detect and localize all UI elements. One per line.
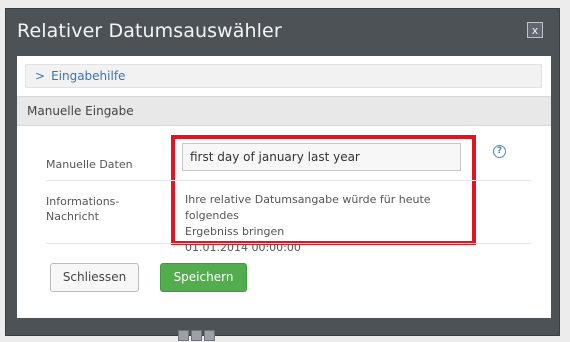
- toolbar-icon[interactable]: [191, 330, 202, 341]
- dialog-title: Relativer Datumsauswähler: [17, 20, 282, 42]
- input-helper-toggle[interactable]: > Eingabehilfe: [25, 64, 542, 88]
- info-message-label: Informations- Nachricht: [46, 194, 136, 224]
- manual-data-input[interactable]: first day of january last year: [182, 143, 461, 171]
- save-button[interactable]: Speichern: [160, 263, 247, 292]
- close-button[interactable]: Schliessen: [50, 263, 139, 292]
- info-message-line: Ergebniss bringen: [185, 225, 285, 238]
- chevron-right-icon: >: [35, 69, 46, 83]
- toolbar-icon[interactable]: [178, 330, 189, 341]
- toolbar-icon[interactable]: [204, 330, 215, 341]
- info-message-line: Ihre relative Datumsangabe würde für heu…: [185, 193, 431, 222]
- divider: [46, 243, 531, 244]
- close-icon[interactable]: x: [527, 22, 543, 38]
- info-message-text: Ihre relative Datumsangabe würde für heu…: [185, 192, 485, 256]
- input-helper-label: Eingabehilfe: [51, 69, 126, 83]
- dialog-content: > Eingabehilfe Manuelle Eingabe Manuelle …: [17, 56, 551, 318]
- relative-date-dialog: Relativer Datumsauswähler x > Eingabehilf…: [5, 8, 560, 336]
- manual-input-section-header: Manuelle Eingabe: [17, 96, 551, 126]
- divider: [46, 180, 531, 181]
- info-message-label-line: Informations-: [46, 195, 120, 208]
- bottom-toolbar: [178, 330, 215, 342]
- info-message-label-line: Nachricht: [46, 210, 99, 223]
- manual-data-label: Manuelle Daten: [46, 158, 133, 171]
- help-icon[interactable]: ?: [493, 145, 506, 158]
